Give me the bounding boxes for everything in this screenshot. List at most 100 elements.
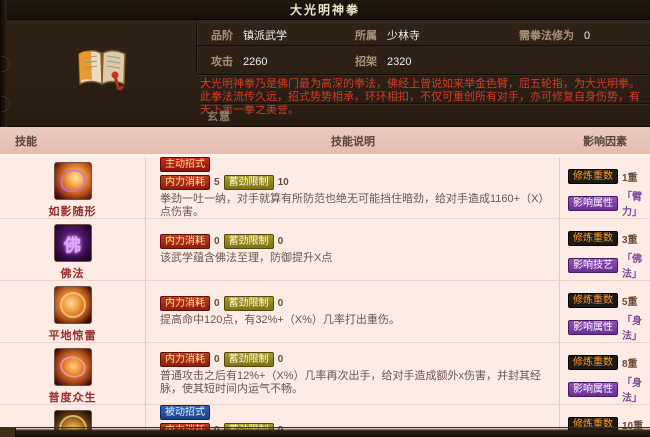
- influence-line: 影响属性 「身法」: [568, 312, 650, 342]
- influence-badge: 影响技艺: [568, 258, 618, 273]
- inner-force-cost-badge: 内力消耗: [160, 352, 210, 367]
- type-badge-line: 被动招式: [160, 405, 549, 420]
- inner-force-cost-badge: 内力消耗: [160, 234, 210, 249]
- stat-value: 0: [584, 30, 590, 42]
- skill-icon: [54, 348, 92, 386]
- cultivation-layer-badge: 修炼重数: [568, 293, 618, 308]
- cultivation-layer-badge: 修炼重数: [568, 355, 618, 370]
- charge-limit-value: 0: [278, 354, 284, 365]
- icon-glyph: [55, 349, 91, 385]
- header-factors: 影响因素: [560, 127, 650, 154]
- bottom-ornament-bar: [0, 427, 650, 437]
- stat-label: 招架: [355, 56, 377, 68]
- cultivation-line: 修炼重数 8重: [568, 355, 650, 370]
- cultivation-layer-badge: 修炼重数: [568, 169, 618, 184]
- cost-badge-line: 内力消耗 0 蓄劲限制 0: [160, 296, 549, 311]
- cultivation-layer-value: 3重: [622, 231, 638, 246]
- factors-cell: 修炼重数 1重 影响属性 「臂力」: [560, 157, 650, 218]
- table-row: 佛 佛法 内力消耗 0 蓄劲限制 0 该武学蕴含佛法至理，防御提升X点 修炼重数: [0, 219, 650, 281]
- icon-glyph: 佛: [55, 225, 91, 261]
- inner-force-cost-badge: 内力消耗: [160, 175, 210, 190]
- inner-force-cost-value: 0: [214, 354, 220, 365]
- stat-value: 少林寺: [387, 30, 420, 42]
- stats-row-1: 品阶镇派武学 所属少林寺 需拳法修为 0: [197, 22, 650, 46]
- title-bar: 大光明神拳: [0, 0, 650, 20]
- skill-cell: 如影随形: [0, 157, 146, 218]
- skill-name: 普度众生: [49, 389, 97, 405]
- cultivation-layer-value: 1重: [622, 169, 638, 184]
- stat-label: 品阶: [211, 30, 233, 42]
- table-header: 技能 技能说明 影响因素: [0, 127, 650, 157]
- stat-label: 需拳法修为: [519, 30, 574, 42]
- cost-badge-line: 内力消耗 5 蓄劲限制 10: [160, 175, 549, 190]
- influence-badge: 影响属性: [568, 320, 618, 335]
- description-cell: 内力消耗 0 蓄劲限制 0 该武学蕴含佛法至理，防御提升X点: [146, 219, 560, 280]
- skill-cell: 普度众生: [0, 343, 146, 404]
- cultivation-line: 修炼重数 3重: [568, 231, 650, 246]
- skill-description: 拳劲一吐一纳，对手就算有所防范也绝无可能挡住暗劲，给对手造成1160+（X）点伤…: [160, 193, 549, 219]
- header-description: 技能说明: [146, 127, 560, 154]
- charge-limit-value: 10: [278, 177, 289, 188]
- inner-force-cost-value: 0: [214, 236, 220, 247]
- factors-cell: 修炼重数 5重 影响属性 「身法」: [560, 281, 650, 342]
- icon-glyph: [55, 163, 91, 199]
- stats-area: 品阶镇派武学 所属少林寺 需拳法修为 0 攻击 2260 招架 2320: [0, 20, 650, 76]
- section-label[interactable]: 玄慧: [207, 108, 231, 124]
- skill-type-badge: 主动招式: [160, 157, 210, 172]
- skill-icon: [54, 162, 92, 200]
- inner-force-cost-badge: 内力消耗: [160, 296, 210, 311]
- bottom-corner-ornament: [0, 428, 16, 437]
- cultivation-line: 修炼重数 5重: [568, 293, 650, 308]
- stat-requirement: 需拳法修为 0: [519, 27, 590, 43]
- influence-value: 「身法」: [622, 312, 650, 342]
- stat-label: 攻击: [211, 56, 233, 68]
- skill-cell: 佛 佛法: [0, 219, 146, 280]
- section-band: 玄慧: [200, 103, 650, 127]
- stats-grid: 品阶镇派武学 所属少林寺 需拳法修为 0 攻击 2260 招架 2320: [197, 20, 650, 76]
- skill-icon: 佛: [54, 224, 92, 262]
- cultivation-layer-value: 8重: [622, 355, 638, 370]
- charge-limit-badge: 蓄劲限制: [224, 352, 274, 367]
- inner-force-cost-value: 0: [214, 298, 220, 309]
- header-skill: 技能: [0, 127, 146, 154]
- cost-badge-line: 内力消耗 0 蓄劲限制 0: [160, 352, 549, 367]
- influence-line: 影响技艺 「佛法」: [568, 250, 650, 280]
- page-title: 大光明神拳: [290, 1, 360, 18]
- table-row: 如影随形 主动招式 内力消耗 5 蓄劲限制 10 拳劲一吐一纳，对手就算有所防范…: [0, 157, 650, 219]
- stat-value: 镇派武学: [243, 30, 287, 42]
- stats-bottom-divider: [197, 74, 650, 75]
- stat-school: 所属少林寺: [355, 27, 420, 43]
- skill-name: 如影随形: [49, 203, 97, 219]
- influence-line: 影响属性 「臂力」: [568, 188, 650, 218]
- skill-name: 平地惊雷: [49, 327, 97, 343]
- cost-badge-line: 内力消耗 0 蓄劲限制 0: [160, 234, 549, 249]
- stats-row-2: 攻击 2260 招架 2320: [197, 48, 650, 72]
- table-row: 平地惊雷 内力消耗 0 蓄劲限制 0 提高命中120点，有32%+（X%）几率打…: [0, 281, 650, 343]
- martial-manual-icon: [71, 46, 133, 90]
- influence-line: 影响属性 「身法」: [568, 374, 650, 404]
- charge-limit-badge: 蓄劲限制: [224, 296, 274, 311]
- icon-glyph: [55, 287, 91, 323]
- cultivation-line: 修炼重数 1重: [568, 169, 650, 184]
- charge-limit-badge: 蓄劲限制: [224, 175, 274, 190]
- stat-value: 2320: [387, 56, 411, 68]
- book-zone: [7, 40, 196, 96]
- charge-limit-value: 0: [278, 298, 284, 309]
- table-row: 普度众生 内力消耗 0 蓄劲限制 0 普通攻击之后有12%+（X%）几率再次出手…: [0, 343, 650, 405]
- skill-icon: [54, 286, 92, 324]
- cultivation-layer-value: 5重: [622, 293, 638, 308]
- skill-table: 技能 技能说明 影响因素 如影随形 主动招式 内力消耗 5 蓄劲限制 10 拳劲: [0, 127, 650, 437]
- skill-description: 普通攻击之后有12%+（X%）几率再次出手，给对手造成额外x伤害，并封其经脉，使…: [160, 370, 549, 396]
- skill-header-panel: 大光明神拳 品阶镇派武学: [0, 0, 650, 127]
- skill-name: 佛法: [61, 265, 85, 281]
- skill-type-badge: 被动招式: [160, 405, 210, 420]
- skill-description: 提高命中120点，有32%+（X%）几率打出重伤。: [160, 314, 549, 327]
- stat-parry: 招架 2320: [355, 53, 411, 69]
- skill-cell: 平地惊雷: [0, 281, 146, 342]
- stat-value: 2260: [243, 56, 267, 68]
- cultivation-layer-badge: 修炼重数: [568, 231, 618, 246]
- influence-badge: 影响属性: [568, 196, 618, 211]
- stat-label: 所属: [355, 30, 377, 42]
- factors-cell: 修炼重数 3重 影响技艺 「佛法」: [560, 219, 650, 280]
- factors-cell: 修炼重数 8重 影响属性 「身法」: [560, 343, 650, 404]
